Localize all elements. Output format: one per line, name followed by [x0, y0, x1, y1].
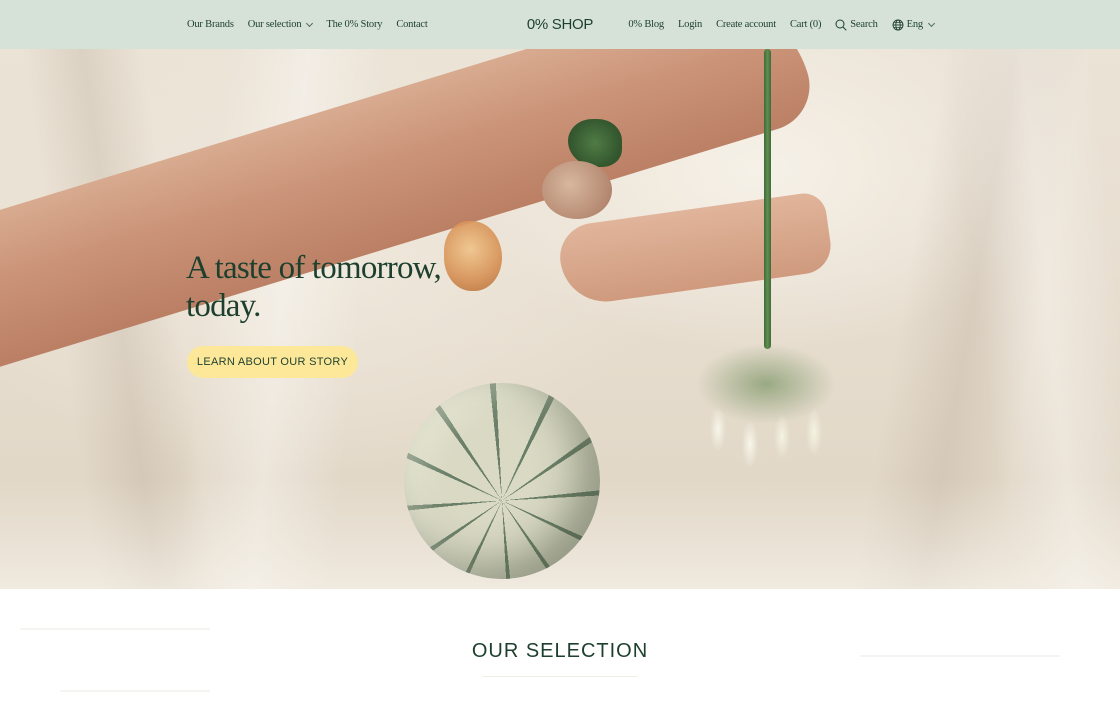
nav-story-link[interactable]: The 0% Story: [326, 19, 382, 30]
nav-language-label: Eng: [906, 19, 924, 30]
nav-our-brands-label: Our Brands: [187, 19, 234, 30]
flower-image: [686, 339, 846, 489]
nav-cart-link[interactable]: Cart (0): [789, 19, 822, 30]
chevron-down-icon: [306, 19, 314, 27]
site-logo[interactable]: 0% SHOP: [527, 16, 594, 33]
hero-title: A taste of tomorrow, today.: [186, 250, 442, 324]
globe-icon: [892, 19, 904, 31]
faded-placeholder-line: [60, 690, 210, 692]
flower-stem-image: [764, 49, 771, 349]
nav-our-selection-label: Our selection: [247, 19, 302, 30]
nav-contact-link[interactable]: Contact: [396, 19, 427, 30]
nav-contact-label: Contact: [396, 19, 428, 30]
nav-our-selection-link[interactable]: Our selection: [247, 19, 314, 30]
nav-login-label: Login: [677, 19, 703, 30]
nav-left: Our Brands Our selection The 0% Story Co…: [187, 0, 428, 49]
radish-image: [542, 161, 612, 219]
learn-story-button[interactable]: LEARN ABOUT OUR STORY: [187, 346, 358, 378]
nav-right: 0% Blog Login Create account Cart (0) Se…: [628, 0, 936, 49]
nav-language-selector[interactable]: Eng: [892, 19, 936, 31]
nav-blog-link[interactable]: 0% Blog: [628, 19, 664, 30]
top-navigation: Our Brands Our selection The 0% Story Co…: [0, 0, 1120, 49]
melon-image: [404, 383, 600, 579]
hero-banner: A taste of tomorrow, today. LEARN ABOUT …: [0, 49, 1120, 589]
faded-placeholder-line: [20, 628, 210, 630]
logo-container: 0% SHOP: [0, 0, 1120, 49]
nav-create-account-label: Create account: [716, 19, 776, 30]
nav-cart-label: Cart (0): [789, 19, 822, 30]
nav-story-label: The 0% Story: [326, 19, 383, 30]
nav-our-brands-link[interactable]: Our Brands: [187, 19, 234, 30]
section-divider: [482, 676, 638, 677]
nav-search-button[interactable]: Search: [835, 19, 878, 31]
nav-create-account-link[interactable]: Create account: [716, 19, 776, 30]
search-icon: [835, 19, 847, 31]
our-selection-title: OUR SELECTION: [471, 640, 649, 662]
nav-login-link[interactable]: Login: [678, 19, 702, 30]
chevron-down-icon: [927, 19, 936, 27]
nav-blog-label: 0% Blog: [628, 19, 664, 30]
nav-search-label: Search: [850, 19, 878, 30]
